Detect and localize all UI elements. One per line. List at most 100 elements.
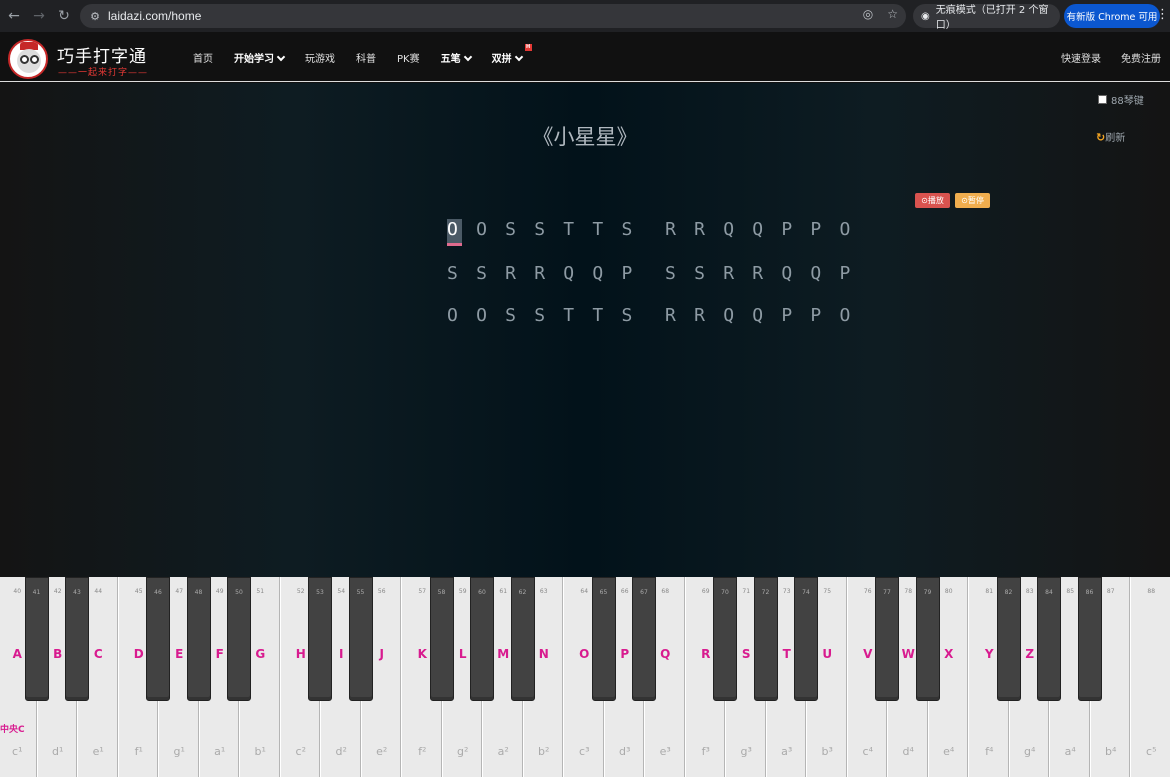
piano-keyboard: 中央C 40 Ac¹ 42 Bd¹ 44 Ce¹ 45 Df¹ 47 Eg¹ 49 Fa¹ 51 Gb¹ 5… bbox=[0, 577, 1170, 777]
register-link[interactable]: 免费注册 bbox=[1121, 50, 1161, 65]
key-note-name: e¹ bbox=[92, 745, 104, 758]
piano-white-key[interactable]: 88 c⁵ bbox=[1130, 577, 1170, 777]
piano-black-key[interactable]: 72 bbox=[753, 577, 778, 701]
key-letter: N bbox=[538, 647, 549, 661]
piano-black-key[interactable]: 74 bbox=[794, 577, 818, 701]
hot-badge: H bbox=[524, 44, 532, 51]
play-label: 播放 bbox=[927, 196, 944, 205]
key-number: 60 bbox=[478, 589, 486, 596]
piano-black-key[interactable]: 62 bbox=[510, 577, 535, 701]
nav-games[interactable]: 玩游戏 bbox=[305, 50, 335, 65]
nav-science[interactable]: 科普 bbox=[356, 50, 376, 65]
notes-line-1: O O S S T T S R R Q Q P P O bbox=[447, 219, 854, 246]
nav-start-learning[interactable]: 开始学习 bbox=[234, 50, 286, 65]
piano-black-key[interactable]: 65 bbox=[591, 577, 616, 701]
key-note-name: c⁵ bbox=[1146, 745, 1157, 758]
address-bar[interactable]: ⚙ laidazi.com/home ◎ ☆ bbox=[80, 4, 906, 28]
key-number: 80 bbox=[944, 588, 953, 595]
refresh-label: 刷新 bbox=[1105, 133, 1126, 144]
piano-black-key[interactable]: 82 bbox=[996, 577, 1021, 701]
key-number: 68 bbox=[661, 588, 670, 595]
option-88-label: 88琴键 bbox=[1111, 96, 1144, 107]
key-number: 62 bbox=[518, 589, 527, 596]
reload-icon[interactable]: ↻ bbox=[51, 3, 77, 29]
piano-black-key[interactable]: 48 bbox=[186, 577, 211, 701]
piano-black-key[interactable]: 46 bbox=[146, 577, 170, 701]
piano-black-key[interactable]: 60 bbox=[470, 577, 494, 701]
key-number: 77 bbox=[883, 589, 891, 596]
login-link[interactable]: 快速登录 bbox=[1061, 50, 1101, 65]
more-menu-icon[interactable]: ⋮ bbox=[1156, 7, 1169, 22]
back-icon[interactable]: ← bbox=[1, 3, 27, 29]
incognito-label: 无痕模式（已打开 2 个窗口） bbox=[935, 5, 1049, 31]
refresh-button[interactable]: ↻刷新 bbox=[1096, 129, 1125, 144]
key-number: 72 bbox=[761, 589, 770, 596]
piano-black-key[interactable]: 55 bbox=[348, 577, 373, 701]
piano-black-key[interactable]: 70 bbox=[713, 577, 737, 701]
key-number: 48 bbox=[194, 589, 203, 596]
key-number: 56 bbox=[377, 588, 386, 595]
key-note-name: g² bbox=[457, 745, 469, 758]
piano-black-key[interactable]: 50 bbox=[227, 577, 251, 701]
key-number: 70 bbox=[721, 589, 729, 596]
key-number: 88 bbox=[1147, 588, 1156, 595]
nav-pk[interactable]: PK赛 bbox=[397, 50, 420, 65]
key-number: 63 bbox=[539, 588, 548, 595]
url-text[interactable]: laidazi.com/home bbox=[108, 9, 201, 23]
key-note-name: c³ bbox=[579, 745, 590, 758]
eye-off-icon[interactable]: ◎ bbox=[863, 7, 873, 21]
key-number: 75 bbox=[823, 588, 832, 595]
key-note-name: c² bbox=[295, 745, 306, 758]
key-note-name: d² bbox=[335, 745, 347, 758]
key-note-name: c⁴ bbox=[862, 745, 873, 758]
piano-black-key[interactable]: 79 bbox=[915, 577, 940, 701]
piano-black-key[interactable]: 86 bbox=[1077, 577, 1102, 701]
piano-black-key[interactable]: 41 bbox=[24, 577, 49, 701]
nav-home[interactable]: 首页 bbox=[193, 50, 213, 65]
site-header: 巧手打字通 ——一起来打字—— 首页 开始学习 玩游戏 科普 PK赛 五笔 双拼… bbox=[0, 32, 1170, 82]
key-note-name: f⁴ bbox=[985, 745, 994, 758]
bookmark-star-icon[interactable]: ☆ bbox=[887, 7, 898, 21]
key-number: 46 bbox=[154, 589, 162, 596]
piano-black-key[interactable]: 58 bbox=[429, 577, 454, 701]
owl-logo[interactable] bbox=[8, 39, 48, 79]
nav-wubi[interactable]: 五笔 bbox=[441, 50, 472, 65]
key-number: 82 bbox=[1004, 589, 1013, 596]
key-note-name: a¹ bbox=[214, 745, 226, 758]
pause-button[interactable]: ⊙ 暂停 bbox=[955, 193, 990, 208]
piano-black-key[interactable]: 53 bbox=[308, 577, 332, 701]
notes-line-3: O O S S T T S R R Q Q P P O bbox=[447, 305, 855, 326]
refresh-icon: ↻ bbox=[1096, 131, 1106, 144]
piano-black-key[interactable]: 43 bbox=[65, 577, 89, 701]
key-letter: J bbox=[379, 647, 384, 661]
site-info-icon[interactable]: ⚙ bbox=[84, 5, 106, 27]
piano-black-key[interactable]: 77 bbox=[875, 577, 899, 701]
nav-shuangpin[interactable]: 双拼 H bbox=[492, 44, 532, 65]
key-number: 79 bbox=[923, 589, 932, 596]
brand-name[interactable]: 巧手打字通 bbox=[57, 42, 147, 67]
key-note-name: b² bbox=[538, 745, 550, 758]
key-number: 65 bbox=[599, 589, 608, 596]
notes-line-2: S S R R Q Q P S S R R Q Q P bbox=[447, 263, 855, 284]
incognito-indicator[interactable]: ◉ 无痕模式（已打开 2 个窗口） bbox=[913, 4, 1060, 31]
play-button[interactable]: ⊙ 播放 bbox=[915, 193, 950, 208]
chevron-down-icon bbox=[463, 52, 472, 62]
key-note-name: b¹ bbox=[254, 745, 266, 758]
key-note-name: e³ bbox=[659, 745, 671, 758]
key-letter: X bbox=[944, 647, 954, 661]
key-note-name: a⁴ bbox=[1064, 745, 1076, 758]
chrome-update-button[interactable]: 有新版 Chrome 可用 bbox=[1064, 4, 1160, 28]
notes-line-1-rest: O S S T T S R R Q Q P P O bbox=[461, 219, 855, 240]
key-note-name: g³ bbox=[740, 745, 752, 758]
key-note-name: e⁴ bbox=[943, 745, 955, 758]
option-88-keys[interactable]: 88琴键 bbox=[1098, 92, 1144, 107]
checkbox-88-keys[interactable] bbox=[1098, 95, 1107, 104]
pause-label: 暂停 bbox=[967, 196, 984, 205]
piano-black-key[interactable]: 67 bbox=[632, 577, 656, 701]
forward-icon[interactable]: → bbox=[26, 3, 52, 29]
key-note-name: f¹ bbox=[134, 745, 143, 758]
key-number: 43 bbox=[73, 589, 81, 596]
practice-stage: 88琴键 《小星星》 ↻刷新 ⊙ 播放 ⊙ 暂停 O O S S T T S R R… bbox=[0, 83, 1170, 577]
piano-black-key[interactable]: 84 bbox=[1037, 577, 1061, 701]
brand-tagline: ——一起来打字—— bbox=[58, 68, 149, 78]
